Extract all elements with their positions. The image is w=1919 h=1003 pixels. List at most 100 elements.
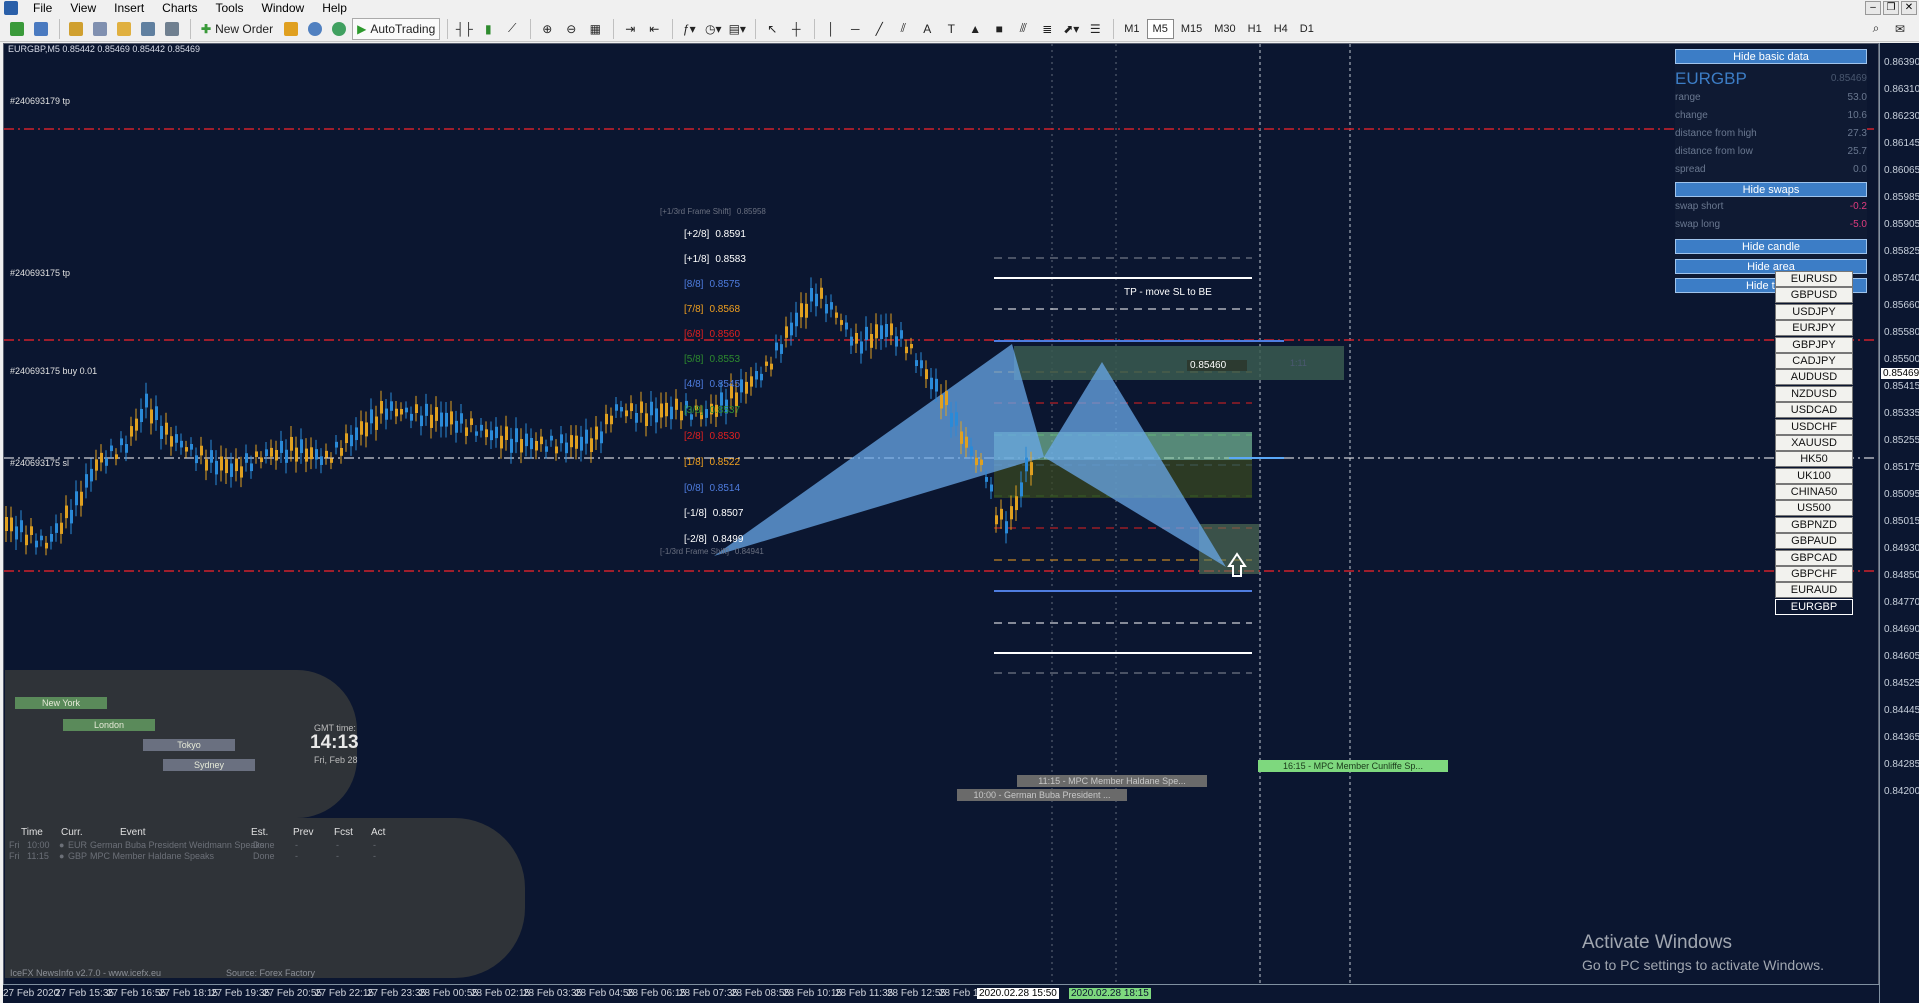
timeframe-m1[interactable]: M1 [1119,19,1144,39]
zoom-in-icon[interactable]: ⊕ [536,18,558,40]
time-label: 27 Feb 23:35 [367,988,426,999]
news-marker-cunliffe[interactable]: 16:15 - MPC Member Cunliffe Sp... [1258,760,1448,772]
profiles-button[interactable] [30,18,52,40]
hide-candle-button[interactable]: Hide candle [1675,239,1867,254]
news-row-1-day: Fri [9,840,20,850]
metaeditor-button[interactable] [280,18,302,40]
close-icon[interactable]: ✕ [1901,1,1917,15]
horizontal-line-icon[interactable]: ─ [844,18,866,40]
symbol-button-usdchf[interactable]: USDCHF [1775,419,1853,435]
price-label: 0.85095 [1884,489,1919,500]
chart-shift-icon[interactable]: ⇤ [643,18,665,40]
news-marker-haldane[interactable]: 11:15 - MPC Member Haldane Spe... [1017,775,1207,787]
symbol-button-audusd[interactable]: AUDUSD [1775,369,1853,385]
menu-file[interactable]: File [24,0,61,16]
autotrading-button[interactable]: ▶ AutoTrading [352,18,440,40]
timeframe-m15[interactable]: M15 [1176,19,1207,39]
symbol-button-gbpchf[interactable]: GBPCHF [1775,566,1853,582]
templates-icon[interactable]: ▤▾ [726,18,748,40]
symbol-button-eurgbp[interactable]: EURGBP [1775,599,1853,615]
navigator-button[interactable] [113,18,135,40]
symbol-button-euraud[interactable]: EURAUD [1775,582,1853,598]
price-axis[interactable]: 0.863900.863100.862300.861450.860650.859… [1879,43,1919,1003]
news-header-est: Est. [251,827,268,838]
news-row-1-event[interactable]: German Buba President Weidmann Speaks [90,840,264,850]
text-label-icon[interactable]: T [940,18,962,40]
news-row-2-event[interactable]: MPC Member Haldane Speaks [90,851,214,861]
restore-icon[interactable]: ❐ [1883,1,1899,15]
new-order-button[interactable]: ✚ New Order [196,18,278,40]
text-icon[interactable]: A [916,18,938,40]
symbol-button-eurusd[interactable]: EURUSD [1775,271,1853,287]
hide-basic-data-button[interactable]: Hide basic data [1675,49,1867,64]
price-label: 0.84850 [1884,570,1919,581]
news-marker-weidmann[interactable]: 10:00 - German Buba President ... [957,789,1127,801]
market-button[interactable] [328,18,350,40]
objects-list-icon[interactable]: ☰ [1084,18,1106,40]
signals-button[interactable] [304,18,326,40]
news-header-event: Event [120,827,146,838]
symbol-button-usdcad[interactable]: USDCAD [1775,402,1853,418]
timeframe-d1[interactable]: D1 [1295,19,1319,39]
price-label: 0.85175 [1884,462,1919,473]
symbol-button-gbpaud[interactable]: GBPAUD [1775,533,1853,549]
crosshair-icon[interactable]: ┼ [785,18,807,40]
vertical-line-icon[interactable]: │ [820,18,842,40]
symbol-button-uk100[interactable]: UK100 [1775,468,1853,484]
symbol-button-hk50[interactable]: HK50 [1775,451,1853,467]
symbol-button-gbpusd[interactable]: GBPUSD [1775,287,1853,303]
symbol-button-us500[interactable]: US500 [1775,500,1853,516]
market-watch-button[interactable] [65,18,87,40]
arrows-icon[interactable]: ⬈▾ [1060,18,1082,40]
periods-icon[interactable]: ◷▾ [702,18,724,40]
time-label: 28 Feb 04:55 [575,988,634,999]
chart-window[interactable]: EURGBP,M5 0.85442 0.85469 0.85442 0.8546… [3,43,1879,999]
news-row-2-curr: GBP [68,851,87,861]
symbol-button-gbpnzd[interactable]: GBPNZD [1775,517,1853,533]
symbol-button-cadjpy[interactable]: CADJPY [1775,353,1853,369]
symbol-button-usdjpy[interactable]: USDJPY [1775,304,1853,320]
strategy-tester-button[interactable] [161,18,183,40]
data-window-button[interactable] [89,18,111,40]
menu-insert[interactable]: Insert [105,0,153,16]
candlestick-icon[interactable]: ▮ [477,18,499,40]
symbol-button-xauusd[interactable]: XAUUSD [1775,435,1853,451]
triangle-icon[interactable]: ▲ [964,18,986,40]
menu-help[interactable]: Help [313,0,356,16]
time-axis[interactable]: 27 Feb 202027 Feb 15:3527 Feb 16:5527 Fe… [3,984,1879,1003]
timeframe-h1[interactable]: H1 [1243,19,1267,39]
autoscroll-icon[interactable]: ⇥ [619,18,641,40]
murrey-label: [5/8]0.8553 [684,354,740,365]
timeframe-h4[interactable]: H4 [1269,19,1293,39]
chat-icon[interactable]: ✉ [1889,18,1911,40]
bar-chart-icon[interactable]: ┤├ [453,18,475,40]
timeframe-m5[interactable]: M5 [1147,19,1174,39]
cursor-icon[interactable]: ↖ [761,18,783,40]
tile-windows-icon[interactable]: ▦ [584,18,606,40]
hide-swaps-button[interactable]: Hide swaps [1675,182,1867,197]
symbol-button-gbpjpy[interactable]: GBPJPY [1775,337,1853,353]
symbol-button-china50[interactable]: CHINA50 [1775,484,1853,500]
pitchfork-icon[interactable]: ⫻ [1012,18,1034,40]
zoom-out-icon[interactable]: ⊖ [560,18,582,40]
indicators-icon[interactable]: ƒ▾ [678,18,700,40]
terminal-button[interactable] [137,18,159,40]
murrey-label: [8/8]0.8575 [684,279,740,290]
timeframe-m30[interactable]: M30 [1209,19,1240,39]
minimize-icon[interactable]: – [1865,1,1881,15]
menu-view[interactable]: View [61,0,105,16]
fibonacci-icon[interactable]: ≣ [1036,18,1058,40]
trendline-icon[interactable]: ╱ [868,18,890,40]
symbol-button-eurjpy[interactable]: EURJPY [1775,320,1853,336]
line-chart-icon[interactable]: ⟋ [501,18,523,40]
new-chart-button[interactable] [6,18,28,40]
rectangle-icon[interactable]: ■ [988,18,1010,40]
channel-icon[interactable]: ⫽ [892,18,914,40]
menu-tools[interactable]: Tools [207,0,253,16]
symbol-button-gbpcad[interactable]: GBPCAD [1775,550,1853,566]
symbol-button-nzdusd[interactable]: NZDUSD [1775,386,1853,402]
search-icon[interactable]: ⌕ [1865,18,1887,40]
session-london: London [63,719,155,731]
menu-window[interactable]: Window [253,0,314,16]
menu-charts[interactable]: Charts [153,0,206,16]
